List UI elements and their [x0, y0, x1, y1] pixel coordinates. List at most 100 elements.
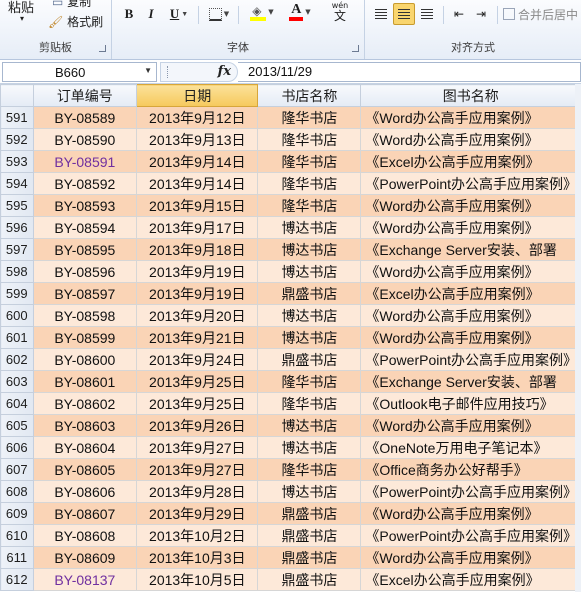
book-cell[interactable]: 《Exchange Server安装、部署	[360, 370, 581, 393]
date-cell[interactable]: 2013年9月19日	[136, 282, 259, 305]
order-id-cell[interactable]: BY-08597	[32, 282, 138, 305]
book-cell[interactable]: 《Exchange Server安装、部署	[360, 238, 581, 261]
date-cell[interactable]: 2013年10月3日	[136, 546, 259, 569]
align-center-button[interactable]	[393, 3, 415, 25]
decrease-indent-button[interactable]: ⇤	[449, 4, 469, 24]
order-id-cell[interactable]: BY-08596	[32, 260, 138, 283]
date-cell[interactable]: 2013年9月13日	[136, 128, 259, 151]
book-cell[interactable]: 《Excel办公高手应用案例》	[360, 282, 581, 305]
store-cell[interactable]: 博达书店	[257, 238, 362, 261]
increase-indent-button[interactable]: ⇥	[471, 4, 491, 24]
date-cell[interactable]: 2013年9月14日	[136, 150, 259, 173]
store-cell[interactable]: 鼎盛书店	[257, 348, 362, 371]
order-id-cell[interactable]: BY-08602	[32, 392, 138, 415]
order-id-cell[interactable]: BY-08595	[32, 238, 138, 261]
date-cell[interactable]: 2013年9月20日	[136, 304, 259, 327]
store-cell[interactable]: 鼎盛书店	[257, 524, 362, 547]
row-header[interactable]: 609	[0, 502, 34, 525]
store-cell[interactable]: 鼎盛书店	[257, 282, 362, 305]
date-cell[interactable]: 2013年9月18日	[136, 238, 259, 261]
book-cell[interactable]: 《Word办公高手应用案例》	[360, 106, 581, 129]
align-right-button[interactable]	[417, 4, 437, 24]
row-header[interactable]: 611	[0, 546, 34, 569]
row-header[interactable]: 598	[0, 260, 34, 283]
row-header[interactable]: 604	[0, 392, 34, 415]
date-cell[interactable]: 2013年9月27日	[136, 436, 259, 459]
row-header[interactable]: 594	[0, 172, 34, 195]
book-cell[interactable]: 《PowerPoint办公高手应用案例》	[360, 524, 581, 547]
border-button[interactable]: ▼	[204, 4, 234, 24]
font-launcher-icon[interactable]	[352, 45, 359, 52]
merge-center-button[interactable]: 合并后居中	[503, 4, 581, 24]
store-cell[interactable]: 隆华书店	[257, 172, 362, 195]
clipboard-launcher-icon[interactable]	[99, 45, 106, 52]
book-cell[interactable]: 《Excel办公高手应用案例》	[360, 150, 581, 173]
row-header[interactable]: 601	[0, 326, 34, 349]
order-id-cell[interactable]: BY-08593	[32, 194, 138, 217]
book-cell[interactable]: 《PowerPoint办公高手应用案例》	[360, 348, 581, 371]
order-id-cell[interactable]: BY-08603	[32, 414, 138, 437]
store-cell[interactable]: 博达书店	[257, 414, 362, 437]
font-color-button[interactable]: A ▼	[284, 2, 316, 22]
order-id-cell[interactable]: BY-08609	[32, 546, 138, 569]
book-cell[interactable]: 《Word办公高手应用案例》	[360, 260, 581, 283]
store-cell[interactable]: 博达书店	[257, 436, 362, 459]
store-cell[interactable]: 博达书店	[257, 304, 362, 327]
column-header-book[interactable]: 图书名称	[360, 84, 581, 107]
row-header[interactable]: 597	[0, 238, 34, 261]
store-cell[interactable]: 隆华书店	[257, 370, 362, 393]
paste-dropdown-icon[interactable]: ▾	[20, 14, 24, 23]
row-header[interactable]: 600	[0, 304, 34, 327]
fill-color-button[interactable]: ◈ ▼	[244, 2, 280, 22]
row-header[interactable]: 606	[0, 436, 34, 459]
formula-input[interactable]: 2013/11/29	[238, 62, 581, 82]
order-id-cell[interactable]: BY-08607	[32, 502, 138, 525]
date-cell[interactable]: 2013年9月26日	[136, 414, 259, 437]
store-cell[interactable]: 博达书店	[257, 326, 362, 349]
order-id-cell[interactable]: BY-08591	[32, 150, 138, 173]
date-cell[interactable]: 2013年9月25日	[136, 370, 259, 393]
underline-button[interactable]: U ▼	[164, 4, 194, 24]
book-cell[interactable]: 《Word办公高手应用案例》	[360, 546, 581, 569]
row-header[interactable]: 612	[0, 568, 34, 591]
name-box-dropdown-icon[interactable]: ▼	[144, 66, 152, 75]
store-cell[interactable]: 博达书店	[257, 216, 362, 239]
order-id-cell[interactable]: BY-08589	[32, 106, 138, 129]
book-cell[interactable]: 《Word办公高手应用案例》	[360, 414, 581, 437]
row-header[interactable]: 596	[0, 216, 34, 239]
align-left-button[interactable]	[371, 4, 391, 24]
date-cell[interactable]: 2013年9月29日	[136, 502, 259, 525]
date-cell[interactable]: 2013年10月2日	[136, 524, 259, 547]
bold-button[interactable]: B	[120, 4, 138, 24]
phonetic-button[interactable]: wén 文	[322, 1, 358, 22]
book-cell[interactable]: 《Word办公高手应用案例》	[360, 128, 581, 151]
name-box[interactable]: B660 ▼	[2, 62, 157, 82]
row-header[interactable]: 610	[0, 524, 34, 547]
order-id-cell[interactable]: BY-08600	[32, 348, 138, 371]
order-id-cell[interactable]: BY-08594	[32, 216, 138, 239]
order-id-cell[interactable]: BY-08590	[32, 128, 138, 151]
order-id-cell[interactable]: BY-08606	[32, 480, 138, 503]
sheet-table[interactable]: 订单编号 日期 书店名称 图书名称 591 BY-08589 2013年9月12日隆…	[0, 84, 581, 591]
store-cell[interactable]: 隆华书店	[257, 106, 362, 129]
book-cell[interactable]: 《PowerPoint办公高手应用案例》	[360, 480, 581, 503]
select-all-corner[interactable]	[0, 84, 34, 107]
book-cell[interactable]: 《Word办公高手应用案例》	[360, 216, 581, 239]
column-header-id[interactable]: 订单编号	[32, 84, 138, 107]
order-id-cell[interactable]: BY-08599	[32, 326, 138, 349]
date-cell[interactable]: 2013年9月21日	[136, 326, 259, 349]
book-cell[interactable]: 《Word办公高手应用案例》	[360, 326, 581, 349]
row-header[interactable]: 595	[0, 194, 34, 217]
book-cell[interactable]: 《Office商务办公好帮手》	[360, 458, 581, 481]
date-cell[interactable]: 2013年9月24日	[136, 348, 259, 371]
format-painter-button[interactable]: 🖌 格式刷	[48, 13, 103, 30]
book-cell[interactable]: 《Word办公高手应用案例》	[360, 304, 581, 327]
row-header[interactable]: 599	[0, 282, 34, 305]
order-id-cell[interactable]: BY-08601	[32, 370, 138, 393]
store-cell[interactable]: 博达书店	[257, 260, 362, 283]
date-cell[interactable]: 2013年9月27日	[136, 458, 259, 481]
date-cell[interactable]: 2013年9月28日	[136, 480, 259, 503]
book-cell[interactable]: 《PowerPoint办公高手应用案例》	[360, 172, 581, 195]
row-header[interactable]: 605	[0, 414, 34, 437]
order-id-cell[interactable]: BY-08605	[32, 458, 138, 481]
